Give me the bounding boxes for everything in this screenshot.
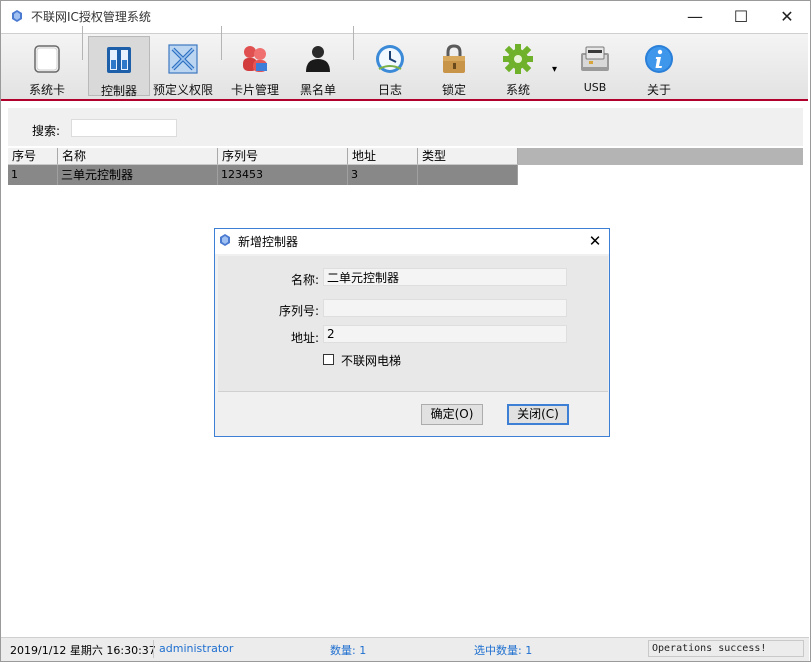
grid-background — [518, 148, 803, 165]
blacklist-icon — [306, 46, 330, 72]
toolbar-lock[interactable]: 锁定 — [426, 36, 482, 97]
serial-input[interactable] — [323, 299, 567, 317]
gear-icon — [503, 44, 533, 74]
dialog-title: 新增控制器 — [238, 235, 299, 249]
toolbar-label: 预定义权限 — [152, 83, 213, 97]
name-label: 名称: — [290, 273, 319, 287]
info-icon — [645, 45, 673, 73]
status-separator — [153, 640, 154, 658]
toolbar-label: 关于 — [646, 83, 671, 97]
search-input[interactable] — [71, 119, 177, 137]
lock-icon — [443, 44, 465, 73]
toolbar-label: 卡片管理 — [230, 83, 279, 97]
status-user: administrator — [159, 642, 234, 655]
log-clock-icon — [376, 45, 404, 73]
dialog-app-icon — [220, 234, 230, 246]
column-header-index[interactable]: 序号 — [8, 148, 58, 165]
name-input[interactable] — [323, 268, 567, 286]
offline-elevator-label[interactable]: 不联网电梯 — [341, 352, 401, 369]
status-datetime: 2019/1/12 星期六 16:30:37 — [10, 644, 156, 657]
status-count: 数量: 1 — [330, 644, 367, 657]
offline-elevator-checkbox[interactable] — [323, 354, 334, 365]
toolbar-about[interactable]: 关于 — [632, 36, 686, 97]
toolbar-label: 控制器 — [100, 84, 137, 98]
close-button[interactable]: 关闭(C) — [507, 404, 569, 425]
cell-serial[interactable]: 123453 — [218, 165, 348, 185]
dialog-close-icon[interactable]: ✕ — [584, 230, 606, 252]
toolbar-label: 锁定 — [441, 83, 466, 97]
toolbar-separator — [82, 26, 83, 60]
window-title: 不联网IC授权管理系统 — [31, 10, 151, 24]
toolbar-system-card[interactable]: 系统卡 — [18, 36, 76, 97]
address-input[interactable] — [323, 325, 567, 343]
toolbar-label: USB — [583, 81, 607, 94]
toolbar-label: 日志 — [377, 83, 402, 97]
app-icon — [12, 10, 22, 22]
toolbar-controller[interactable]: 控制器 — [88, 36, 150, 98]
column-header-type[interactable]: 类型 — [418, 148, 518, 165]
status-selected-count: 选中数量: 1 — [474, 644, 533, 657]
address-label: 地址: — [290, 331, 319, 345]
card-manage-icon — [243, 46, 267, 72]
usb-card-reader-icon — [581, 46, 609, 71]
cell-type[interactable] — [418, 165, 518, 185]
toolbar-label: 黑名单 — [299, 83, 336, 97]
toolbar-label: 系统 — [505, 83, 530, 97]
controller-icon — [107, 47, 131, 73]
minimize-button[interactable]: — — [672, 1, 718, 32]
column-header-serial[interactable]: 序列号 — [218, 148, 348, 165]
column-header-name[interactable]: 名称 — [58, 148, 218, 165]
status-message: Operations success! — [652, 643, 767, 654]
toolbar-separator — [221, 26, 222, 60]
permission-icon — [168, 44, 198, 74]
toolbar-card-management[interactable]: 卡片管理 — [226, 36, 284, 97]
toolbar-label: 系统卡 — [28, 83, 65, 97]
toolbar-predefined-permission[interactable]: 预定义权限 — [152, 36, 214, 97]
cell-name[interactable]: 三单元控制器 — [58, 165, 218, 185]
serial-label: 序列号: — [278, 304, 319, 318]
toolbar-separator — [353, 26, 354, 60]
cell-address[interactable]: 3 — [348, 165, 418, 185]
system-card-icon — [34, 45, 60, 73]
search-label: 搜索: — [32, 124, 61, 138]
system-dropdown-arrow[interactable]: ▾ — [552, 64, 557, 75]
toolbar-blacklist[interactable]: 黑名单 — [290, 36, 346, 97]
toolbar-accent-line — [1, 99, 808, 101]
toolbar-system[interactable]: 系统 — [490, 36, 546, 97]
cell-index[interactable]: 1 — [8, 165, 58, 185]
toolbar-log[interactable]: 日志 — [362, 36, 418, 97]
close-window-button[interactable]: ✕ — [764, 1, 810, 32]
column-header-address[interactable]: 地址 — [348, 148, 418, 165]
maximize-button[interactable]: ☐ — [718, 1, 764, 32]
toolbar-usb[interactable]: USB — [568, 36, 622, 96]
ok-button[interactable]: 确定(O) — [421, 404, 483, 425]
